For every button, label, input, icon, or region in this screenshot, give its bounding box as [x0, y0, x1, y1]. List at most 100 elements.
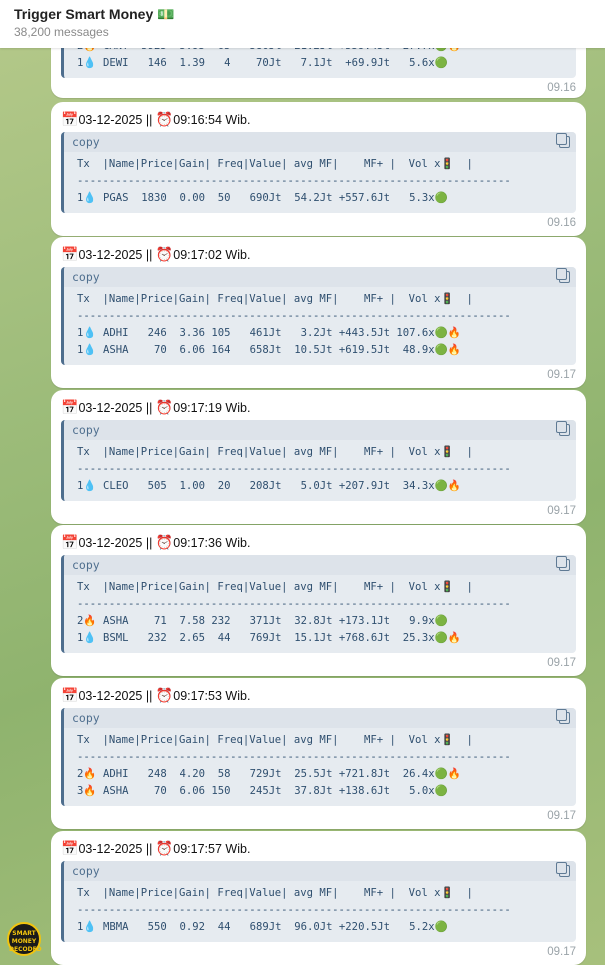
copy-icon[interactable] — [556, 421, 570, 436]
code-rows: Tx |Name|Price|Gain| Freq|Value| avg MF|… — [64, 728, 576, 806]
table-header: Tx |Name|Price|Gain| Freq|Value| avg MF|… — [77, 734, 473, 746]
message-date: 03-12-2025 — [78, 689, 143, 703]
copy-icon[interactable] — [556, 709, 570, 724]
calendar-icon: 📅 — [61, 840, 79, 856]
table-row: 1💧 ASHA 70 6.06 164 658Jt 10.5Jt +619.5J… — [77, 344, 461, 356]
code-block: copy Tx |Name|Price|Gain| Freq|Value| av… — [61, 861, 576, 942]
calendar-icon: 📅 — [61, 399, 79, 415]
table-header: Tx |Name|Price|Gain| Freq|Value| avg MF|… — [77, 446, 473, 458]
code-language-label: copy — [72, 135, 100, 149]
table-row: 1💧 BSML 232 2.65 44 769Jt 15.1Jt +768.6J… — [77, 632, 461, 644]
message-bubble: 📅03-12-2025 || ⏰09:17:36 Wib. copy Tx |N… — [51, 525, 586, 676]
table-header: Tx |Name|Price|Gain| Freq|Value| avg MF|… — [77, 293, 473, 305]
table-row: 3🔥 ASHA 70 6.06 150 245Jt 37.8Jt +138.6J… — [77, 785, 448, 797]
message-clock: 09:17:19 Wib. — [173, 401, 251, 415]
message-clock: 09:17:02 Wib. — [173, 248, 251, 262]
calendar-icon: 📅 — [61, 246, 79, 262]
code-header: copy — [64, 861, 576, 881]
table-header: Tx |Name|Price|Gain| Freq|Value| avg MF|… — [77, 581, 473, 593]
message-header: 📅03-12-2025 || ⏰09:17:57 Wib. — [61, 840, 251, 856]
message-date: 03-12-2025 — [78, 536, 143, 550]
chat-title: Trigger Smart Money 💵 — [14, 6, 175, 22]
alarm-clock-icon: ⏰ — [155, 840, 174, 856]
code-block: copy Tx |Name|Price|Gain| Freq|Value| av… — [61, 420, 576, 501]
table-row: 1💧 ADHI 246 3.36 105 461Jt 3.2Jt +443.5J… — [77, 327, 461, 339]
message-time: 09.16 — [547, 82, 576, 94]
message-header: 📅03-12-2025 || ⏰09:17:36 Wib. — [61, 534, 251, 550]
code-header: copy — [64, 708, 576, 728]
message-time: 09.17 — [547, 369, 576, 381]
message-time: 09.17 — [547, 810, 576, 822]
message-clock: 09:16:54 Wib. — [173, 113, 251, 127]
code-language-label: copy — [72, 270, 100, 284]
calendar-icon: 📅 — [61, 111, 79, 127]
calendar-icon: 📅 — [61, 534, 79, 550]
message-time: 09.17 — [547, 505, 576, 517]
message-count: 38,200 messages — [14, 25, 109, 39]
copy-icon[interactable] — [556, 556, 570, 571]
message-date: 03-12-2025 — [78, 401, 143, 415]
table-row: 2🔥 ADHI 248 4.20 58 729Jt 25.5Jt +721.8J… — [77, 768, 461, 780]
message-bubble: 📅03-12-2025 || ⏰09:17:53 Wib. copy Tx |N… — [51, 678, 586, 829]
alarm-clock-icon: ⏰ — [155, 687, 174, 703]
table-header: Tx |Name|Price|Gain| Freq|Value| avg MF|… — [77, 887, 473, 899]
table-separator: ----------------------------------------… — [77, 598, 511, 610]
message-clock: 09:17:36 Wib. — [173, 536, 251, 550]
chat-header[interactable]: Trigger Smart Money 💵 38,200 messages — [0, 0, 605, 48]
message-bubble: 📅03-12-2025 || ⏰09:17:57 Wib. copy Tx |N… — [51, 831, 586, 965]
table-separator: ----------------------------------------… — [77, 751, 511, 763]
code-language-label: copy — [72, 711, 100, 725]
code-rows: Tx |Name|Price|Gain| Freq|Value| avg MF|… — [64, 575, 576, 653]
message-time: 09.17 — [547, 657, 576, 669]
message-header: 📅03-12-2025 || ⏰09:17:53 Wib. — [61, 687, 251, 703]
copy-icon[interactable] — [556, 268, 570, 283]
code-language-label: copy — [72, 558, 100, 572]
table-separator: ----------------------------------------… — [77, 904, 511, 916]
code-block: copy Tx |Name|Price|Gain| Freq|Value| av… — [61, 708, 576, 806]
table-row: 2🔥 ASHA 71 7.58 232 371Jt 32.8Jt +173.1J… — [77, 615, 448, 627]
message-time: 09.17 — [547, 946, 576, 958]
message-date: 03-12-2025 — [78, 113, 143, 127]
message-clock: 09:17:53 Wib. — [173, 689, 251, 703]
table-row: 1💧 DEWI 146 1.39 4 70Jt 7.1Jt +69.9Jt 5.… — [77, 57, 448, 69]
alarm-clock-icon: ⏰ — [155, 534, 174, 550]
table-row: 1💧 PGAS 1830 0.00 50 690Jt 54.2Jt +557.6… — [77, 192, 448, 204]
table-separator: ----------------------------------------… — [77, 310, 511, 322]
table-row: 1💧 CLEO 505 1.00 20 208Jt 5.0Jt +207.9Jt… — [77, 480, 461, 492]
table-separator: ----------------------------------------… — [77, 463, 511, 475]
code-rows: Tx |Name|Price|Gain| Freq|Value| avg MF|… — [64, 440, 576, 501]
message-bubble: 📅03-12-2025 || ⏰09:16:54 Wib. copy Tx |N… — [51, 102, 586, 236]
code-header: copy — [64, 267, 576, 287]
message-clock: 09:17:57 Wib. — [173, 842, 251, 856]
alarm-clock-icon: ⏰ — [155, 246, 174, 262]
code-header: copy — [64, 420, 576, 440]
table-separator: ----------------------------------------… — [77, 175, 511, 187]
code-rows: Tx |Name|Price|Gain| Freq|Value| avg MF|… — [64, 152, 576, 213]
code-header: copy — [64, 132, 576, 152]
channel-avatar[interactable]: SMART MONEY DECODED — [7, 922, 42, 956]
copy-icon[interactable] — [556, 862, 570, 877]
code-block: copy Tx |Name|Price|Gain| Freq|Value| av… — [61, 267, 576, 365]
code-block: copy Tx |Name|Price|Gain| Freq|Value| av… — [61, 132, 576, 213]
calendar-icon: 📅 — [61, 687, 79, 703]
copy-icon[interactable] — [556, 133, 570, 148]
message-header: 📅03-12-2025 || ⏰09:17:02 Wib. — [61, 246, 251, 262]
message-date: 03-12-2025 — [78, 842, 143, 856]
table-row: 1💧 MBMA 550 0.92 44 689Jt 96.0Jt +220.5J… — [77, 921, 448, 933]
code-header: copy — [64, 555, 576, 575]
code-rows: Tx |Name|Price|Gain| Freq|Value| avg MF|… — [64, 287, 576, 365]
message-date: 03-12-2025 — [78, 248, 143, 262]
code-language-label: copy — [72, 864, 100, 878]
message-header: 📅03-12-2025 || ⏰09:17:19 Wib. — [61, 399, 251, 415]
code-block: copy Tx |Name|Price|Gain| Freq|Value| av… — [61, 555, 576, 653]
message-feed[interactable]: 2🔥 CANT 5925 5.95 65 580Jt 21.2Jt +559.4… — [0, 0, 605, 965]
message-bubble: 📅03-12-2025 || ⏰09:17:02 Wib. copy Tx |N… — [51, 237, 586, 388]
code-rows: Tx |Name|Price|Gain| Freq|Value| avg MF|… — [64, 881, 576, 942]
alarm-clock-icon: ⏰ — [155, 111, 174, 127]
message-bubble: 📅03-12-2025 || ⏰09:17:19 Wib. copy Tx |N… — [51, 390, 586, 524]
alarm-clock-icon: ⏰ — [155, 399, 174, 415]
message-time: 09.16 — [547, 217, 576, 229]
table-header: Tx |Name|Price|Gain| Freq|Value| avg MF|… — [77, 158, 473, 170]
message-header: 📅03-12-2025 || ⏰09:16:54 Wib. — [61, 111, 251, 127]
code-language-label: copy — [72, 423, 100, 437]
